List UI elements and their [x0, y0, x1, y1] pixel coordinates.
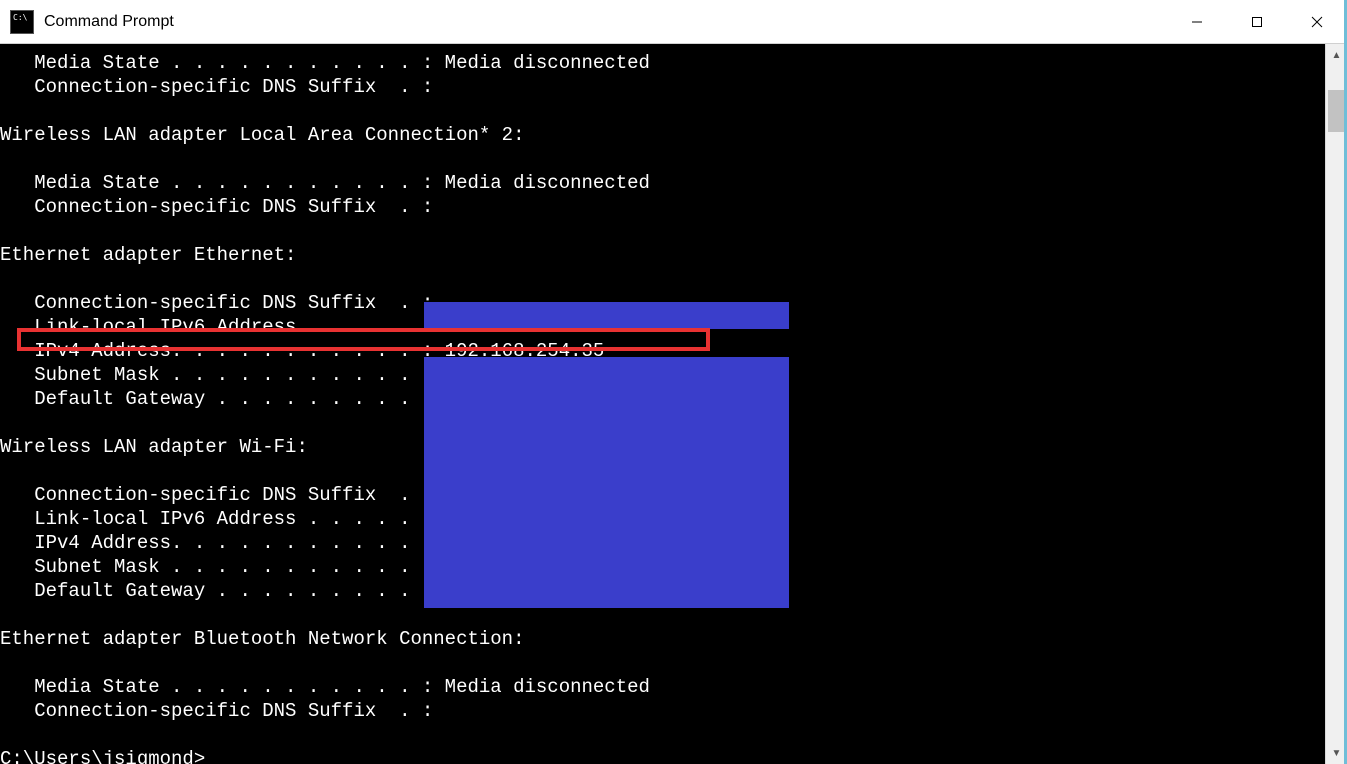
- terminal-line: [0, 147, 1325, 171]
- terminal-line: Media State . . . . . . . . . . . : Medi…: [0, 675, 1325, 699]
- maximize-button[interactable]: [1227, 0, 1287, 43]
- minimize-button[interactable]: [1167, 0, 1227, 43]
- scroll-thumb[interactable]: [1328, 90, 1345, 132]
- terminal-line: [0, 219, 1325, 243]
- redaction-block: [424, 302, 789, 329]
- ipv4-highlight-box: [17, 328, 710, 351]
- terminal-line: Media State . . . . . . . . . . . : Medi…: [0, 171, 1325, 195]
- terminal-output[interactable]: Media State . . . . . . . . . . . : Medi…: [0, 44, 1325, 764]
- terminal-line: Connection-specific DNS Suffix . :: [0, 699, 1325, 723]
- terminal-line: [0, 267, 1325, 291]
- terminal-line: [0, 651, 1325, 675]
- window-controls: [1167, 0, 1347, 43]
- close-button[interactable]: [1287, 0, 1347, 43]
- terminal-line: Ethernet adapter Bluetooth Network Conne…: [0, 627, 1325, 651]
- terminal-line: [0, 99, 1325, 123]
- window-title: Command Prompt: [44, 13, 174, 31]
- terminal-line: C:\Users\jsigmond>: [0, 747, 1325, 764]
- terminal-line: Connection-specific DNS Suffix . :: [0, 75, 1325, 99]
- redaction-block: [424, 357, 789, 608]
- terminal-line: Media State . . . . . . . . . . . : Medi…: [0, 51, 1325, 75]
- terminal-line: Ethernet adapter Ethernet:: [0, 243, 1325, 267]
- terminal-line: [0, 723, 1325, 747]
- cmd-icon: [10, 10, 34, 34]
- titlebar: Command Prompt: [0, 0, 1347, 44]
- terminal-line: Connection-specific DNS Suffix . :: [0, 195, 1325, 219]
- terminal-line: Wireless LAN adapter Local Area Connecti…: [0, 123, 1325, 147]
